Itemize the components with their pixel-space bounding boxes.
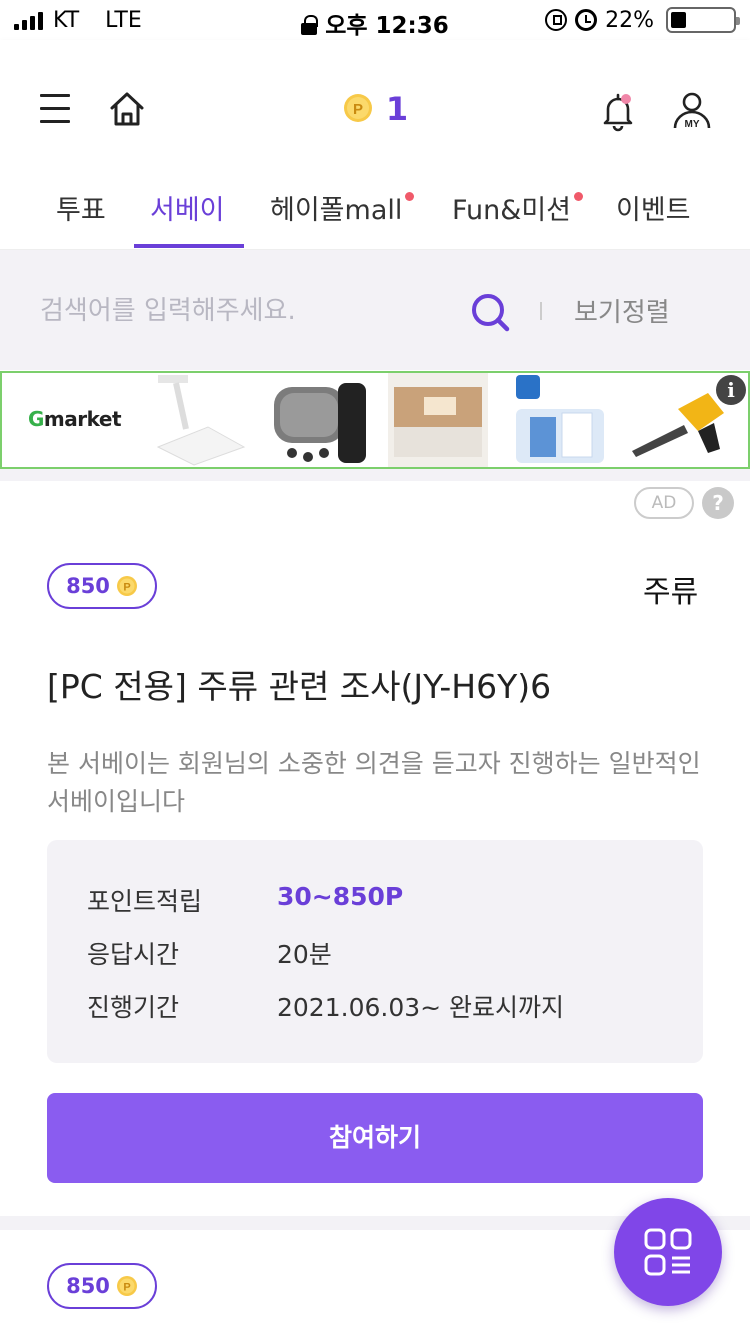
new-dot: [574, 192, 584, 201]
info-value: 30~850P: [277, 882, 404, 911]
survey-point-value: 850: [66, 574, 110, 598]
info-key: 포인트적립: [87, 887, 203, 916]
info-key: 진행기간: [87, 993, 180, 1022]
tab-fun-mission[interactable]: Fun&미션: [452, 188, 584, 227]
product-image-box[interactable]: [388, 373, 488, 467]
svg-text:P: P: [123, 1282, 130, 1294]
product-image-monitor-stand[interactable]: [148, 373, 252, 467]
ad-badge: AD: [634, 487, 694, 519]
tab-label: 이벤트: [616, 195, 691, 226]
logo-initial: G: [28, 407, 44, 431]
sort-button[interactable]: 보기정렬: [574, 292, 670, 329]
tab-label: 투표: [56, 195, 106, 226]
battery-fill: [671, 12, 686, 28]
grid-list-icon: [644, 1228, 692, 1276]
help-icon[interactable]: ?: [702, 487, 734, 519]
product-image-water-bottles[interactable]: [510, 373, 610, 467]
point-coin-icon: P: [116, 576, 137, 596]
join-button[interactable]: 참여하기: [47, 1093, 703, 1183]
orientation-lock-icon: [545, 9, 568, 31]
search-icon[interactable]: [470, 292, 510, 332]
survey-point-badge: 850 P: [47, 563, 157, 609]
floating-menu-button[interactable]: [614, 1198, 722, 1306]
lock-icon: [301, 15, 319, 35]
tab-heypoll-mall[interactable]: 헤이폴mall: [270, 188, 415, 227]
point-balance-value: 1: [385, 90, 409, 128]
bell-icon[interactable]: [598, 90, 638, 132]
battery-icon: [666, 7, 740, 33]
gmarket-logo: Gmarket: [28, 407, 122, 431]
info-value: 20분: [277, 940, 332, 969]
gmarket-banner-ad[interactable]: Gmarket i: [0, 371, 750, 469]
survey-category: 주류: [643, 575, 699, 610]
app-header: P 1 MY: [0, 40, 750, 160]
divider: [540, 302, 542, 320]
my-icon[interactable]: MY: [672, 90, 712, 132]
svg-text:P: P: [123, 582, 130, 594]
point-coin-icon: P: [116, 1276, 137, 1296]
tab-label: Fun&미션: [452, 195, 572, 226]
tab-event[interactable]: 이벤트: [616, 188, 691, 227]
info-key: 응답시간: [87, 940, 180, 969]
next-survey-point-badge: 850 P: [47, 1263, 157, 1309]
active-tab-indicator: [134, 244, 244, 248]
info-value: 2021.06.03~ 완료시까지: [277, 993, 565, 1022]
search-input[interactable]: 검색어를 입력해주세요.: [40, 290, 296, 327]
logo-rest: market: [43, 407, 122, 431]
clock-time: 오후 12:36: [325, 13, 449, 39]
survey-description: 본 서베이는 회원님의 소중한 의견을 듣고자 진행하는 일반적인 서베이입니다: [47, 749, 701, 816]
svg-text:MY: MY: [685, 119, 700, 130]
ad-info-icon[interactable]: i: [716, 375, 746, 405]
search-area: 검색어를 입력해주세요. 보기정렬: [0, 250, 750, 370]
battery-percent: 22%: [605, 7, 654, 33]
svg-text:P: P: [353, 101, 363, 118]
product-image-massage-gun[interactable]: [268, 373, 378, 467]
alarm-icon: [575, 9, 598, 31]
status-right: 22%: [545, 7, 740, 33]
survey-point-value: 850: [66, 1274, 110, 1298]
tab-bar: 투표 서베이 헤이폴mall Fun&미션 이벤트: [0, 160, 750, 250]
new-dot: [405, 192, 415, 201]
section-gap: [0, 469, 750, 481]
tab-label: 헤이폴mall: [270, 195, 403, 226]
survey-title[interactable]: [PC 전용] 주류 관련 조사(JY-H6Y)6: [47, 660, 551, 708]
tab-label: 서베이: [150, 195, 225, 226]
tab-vote[interactable]: 투표: [56, 188, 106, 227]
survey-info-box: 포인트적립 30~850P 응답시간 20분 진행기간 2021.06.03~ …: [47, 840, 703, 1063]
point-coin-icon: P: [343, 94, 372, 122]
tab-survey[interactable]: 서베이: [150, 188, 225, 227]
status-bar: KT LTE 오후 12:36 22%: [0, 0, 750, 40]
